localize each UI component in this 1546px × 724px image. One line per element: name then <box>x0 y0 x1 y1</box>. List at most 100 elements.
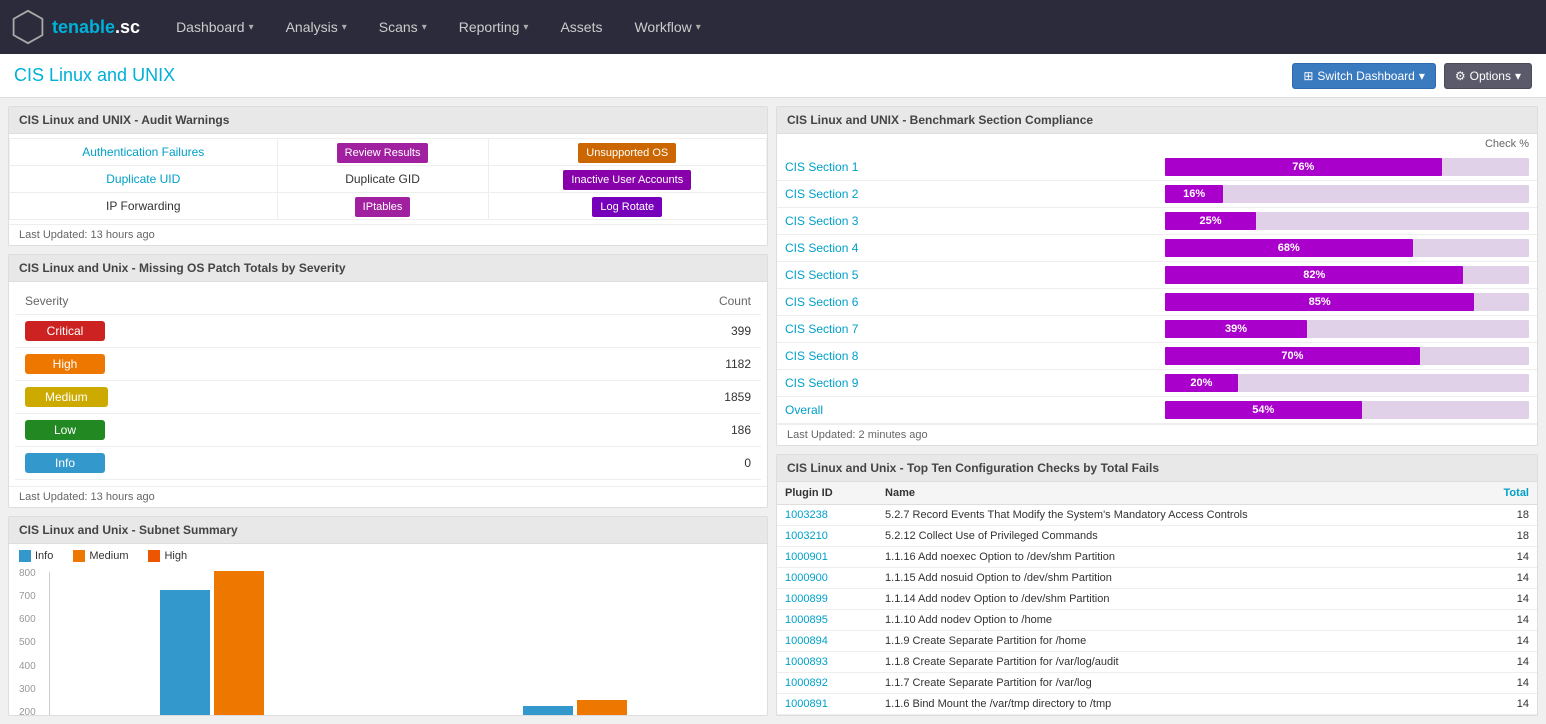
benchmark-widget: CIS Linux and UNIX - Benchmark Section C… <box>776 106 1538 446</box>
subnet-summary-widget: CIS Linux and Unix - Subnet Summary Info… <box>8 516 768 716</box>
y-axis-label: 700 <box>19 591 36 602</box>
plugin-id[interactable]: 1003210 <box>777 526 877 547</box>
benchmark-section-name[interactable]: CIS Section 6 <box>777 289 1157 316</box>
audit-auth-failures[interactable]: Authentication Failures <box>82 145 204 159</box>
y-axis-label: 500 <box>19 637 36 648</box>
severity-badge[interactable]: Critical <box>25 321 105 341</box>
benchmark-bar-cell: 16% <box>1157 181 1537 208</box>
switch-dashboard-button[interactable]: ⊞ Switch Dashboard ▾ <box>1292 63 1435 89</box>
bar[interactable] <box>577 700 627 716</box>
nav-dashboard[interactable]: Dashboard ▾ <box>160 0 270 54</box>
legend-label: Info <box>35 550 53 562</box>
benchmark-bar-fill: 85% <box>1165 293 1474 311</box>
plugin-id[interactable]: 1003238 <box>777 505 877 526</box>
options-button[interactable]: ⚙ Options ▾ <box>1444 63 1532 89</box>
check-total: 14 <box>1472 631 1537 652</box>
check-total: 14 <box>1472 652 1537 673</box>
y-axis-label: 200 <box>19 707 36 716</box>
audit-duplicate-gid: Duplicate GID <box>345 172 420 186</box>
nav-reporting[interactable]: Reporting ▾ <box>443 0 545 54</box>
y-axis-label: 800 <box>19 568 36 579</box>
y-axis: 800700600500400300200100 <box>19 568 36 716</box>
plugin-id[interactable]: 1000895 <box>777 610 877 631</box>
logo[interactable]: tenable.sc <box>10 9 140 45</box>
benchmark-bar-fill: 70% <box>1165 347 1420 365</box>
check-total: 18 <box>1472 526 1537 547</box>
audit-unsupported-os[interactable]: Unsupported OS <box>578 143 676 163</box>
benchmark-bar-cell: 20% <box>1157 370 1537 397</box>
plugin-id[interactable]: 1000891 <box>777 694 877 715</box>
bar[interactable] <box>160 590 210 716</box>
check-name: 1.1.10 Add nodev Option to /home <box>877 610 1472 631</box>
benchmark-bar-fill: 20% <box>1165 374 1238 392</box>
severity-count: 1182 <box>463 348 761 381</box>
check-total: 14 <box>1472 568 1537 589</box>
bar[interactable] <box>523 706 573 716</box>
benchmark-bar-fill: 54% <box>1165 401 1362 419</box>
severity-count: 399 <box>463 315 761 348</box>
benchmark-row: CIS Section 2 16% <box>777 181 1537 208</box>
severity-row: Critical 399 <box>15 315 761 348</box>
severity-badge-cell: Low <box>15 414 463 447</box>
plugin-id[interactable]: 1000900 <box>777 568 877 589</box>
benchmark-section-name[interactable]: CIS Section 5 <box>777 262 1157 289</box>
nav-analysis[interactable]: Analysis ▾ <box>270 0 363 54</box>
plugin-id[interactable]: 1000901 <box>777 547 877 568</box>
audit-review-results[interactable]: Review Results <box>337 143 429 163</box>
patch-totals-widget: CIS Linux and Unix - Missing OS Patch To… <box>8 254 768 508</box>
benchmark-section-name[interactable]: CIS Section 9 <box>777 370 1157 397</box>
audit-row-1: Authentication Failures Review Results U… <box>10 139 767 166</box>
audit-duplicate-uid[interactable]: Duplicate UID <box>106 172 180 186</box>
severity-badge[interactable]: Medium <box>25 387 108 407</box>
benchmark-row: CIS Section 5 82% <box>777 262 1537 289</box>
severity-badge[interactable]: High <box>25 354 105 374</box>
benchmark-section-name[interactable]: Overall <box>777 397 1157 424</box>
severity-badge[interactable]: Low <box>25 420 105 440</box>
audit-iptables[interactable]: IPtables <box>355 197 411 217</box>
benchmark-section-name[interactable]: CIS Section 2 <box>777 181 1157 208</box>
plugin-id[interactable]: 1000893 <box>777 652 877 673</box>
chevron-down-icon: ▾ <box>342 22 347 33</box>
config-table-row: 1000901 1.1.16 Add noexec Option to /dev… <box>777 547 1537 568</box>
benchmark-row: CIS Section 4 68% <box>777 235 1537 262</box>
benchmark-bar-container: 25% <box>1165 212 1529 230</box>
severity-row: Low 186 <box>15 414 761 447</box>
plugin-id[interactable]: 1000892 <box>777 673 877 694</box>
benchmark-section-name[interactable]: CIS Section 3 <box>777 208 1157 235</box>
benchmark-section-name[interactable]: CIS Section 8 <box>777 343 1157 370</box>
benchmark-bar-container: 68% <box>1165 239 1529 257</box>
benchmark-section-name[interactable]: CIS Section 4 <box>777 235 1157 262</box>
check-total: 14 <box>1472 589 1537 610</box>
audit-inactive-users[interactable]: Inactive User Accounts <box>563 170 691 190</box>
benchmark-section-name[interactable]: CIS Section 7 <box>777 316 1157 343</box>
check-name: 5.2.7 Record Events That Modify the Syst… <box>877 505 1472 526</box>
nav-workflow[interactable]: Workflow ▾ <box>618 0 716 54</box>
chevron-down-icon: ▾ <box>696 22 701 33</box>
audit-log-rotate[interactable]: Log Rotate <box>592 197 662 217</box>
count-col-header: Count <box>463 288 761 315</box>
benchmark-footer: Last Updated: 2 minutes ago <box>777 424 1537 445</box>
severity-badge[interactable]: Info <box>25 453 105 473</box>
benchmark-bar-cell: 76% <box>1157 154 1537 181</box>
legend-label: High <box>164 550 187 562</box>
plugin-id[interactable]: 1000899 <box>777 589 877 610</box>
benchmark-row: CIS Section 9 20% <box>777 370 1537 397</box>
name-header: Name <box>877 482 1472 505</box>
benchmark-bar-cell: 68% <box>1157 235 1537 262</box>
severity-badge-cell: Medium <box>15 381 463 414</box>
benchmark-section-name[interactable]: CIS Section 1 <box>777 154 1157 181</box>
nav-scans[interactable]: Scans ▾ <box>363 0 443 54</box>
nav-assets[interactable]: Assets <box>544 0 618 54</box>
plugin-id[interactable]: 1000894 <box>777 631 877 652</box>
check-name: 1.1.9 Create Separate Partition for /hom… <box>877 631 1472 652</box>
audit-warnings-footer: Last Updated: 13 hours ago <box>9 224 767 245</box>
bar[interactable] <box>214 571 264 716</box>
severity-badge-cell: Critical <box>15 315 463 348</box>
right-column: CIS Linux and UNIX - Benchmark Section C… <box>776 106 1538 716</box>
gear-icon: ⚙ <box>1455 69 1466 83</box>
benchmark-bar-cell: 25% <box>1157 208 1537 235</box>
check-total: 18 <box>1472 505 1537 526</box>
check-total: 14 <box>1472 547 1537 568</box>
chart-legend: InfoMediumHigh <box>9 544 767 568</box>
benchmark-bar-fill: 39% <box>1165 320 1307 338</box>
